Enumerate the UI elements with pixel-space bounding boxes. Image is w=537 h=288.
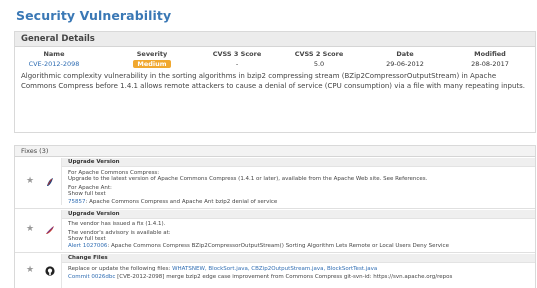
details-header-row: Name Severity CVSS 3 Score CVSS 2 Score … <box>15 50 535 60</box>
general-details-panel: General Details Name Severity CVSS 3 Sco… <box>14 31 536 133</box>
apache-feather-icon <box>47 178 53 186</box>
changed-files-links[interactable]: WHATSNEW, BlockSort.java, CBZip2OutputSt… <box>172 266 377 272</box>
fixes-header: Fixes (3) <box>15 146 535 157</box>
col-date-header: Date <box>396 50 414 58</box>
fix-title: Change Files <box>62 254 535 263</box>
fix-divider <box>15 252 535 253</box>
col-modified-header: Modified <box>474 50 506 58</box>
fix-item: ★ Upgrade Version The vendor has issued … <box>15 210 535 250</box>
reference-text: : Apache Commons Compress BZip2Compresso… <box>107 243 449 249</box>
fix-reference: Commit 0026dbc [CVE-2012-2098] merge bzi… <box>68 274 452 280</box>
cvss2-value: 5.0 <box>313 60 325 68</box>
col-cvss2-header: CVSS 2 Score <box>294 50 344 58</box>
fix-body: Upgrade Version The vendor has issued a … <box>61 210 535 250</box>
github-icon <box>45 266 55 276</box>
reference-text: : Apache Commons Compress and Apache Ant… <box>85 199 278 205</box>
star-icon[interactable]: ★ <box>26 176 34 186</box>
show-full-text-link[interactable]: Show full text <box>68 191 106 197</box>
fix-body: Upgrade Version For Apache Commons Compr… <box>61 158 535 205</box>
fix-line: Upgrade to the latest version of Apache … <box>68 176 428 182</box>
fix-divider <box>15 208 535 209</box>
fix-line-text: Replace or update the following files: <box>68 266 173 272</box>
fix-reference: Alert 1027006: Apache Commons Compress B… <box>68 243 449 249</box>
cve-id-link[interactable]: CVE-2012-2098 <box>19 60 89 68</box>
vulnerability-description: Algorithmic complexity vulnerability in … <box>21 72 525 90</box>
cvss3-value: - <box>235 60 239 68</box>
reference-text: [CVE-2012-2098] merge bzip2 edge case im… <box>115 274 453 280</box>
fix-line: The vendor has issued a fix (1.4.1). <box>68 221 166 227</box>
date-value: 29-06-2012 <box>386 60 424 68</box>
col-cvss3-header: CVSS 3 Score <box>212 50 262 58</box>
col-severity-header: Severity <box>136 50 168 58</box>
general-details-header: General Details <box>15 32 535 47</box>
fix-item: ★ Upgrade Version For Apache Commons Com… <box>15 158 535 205</box>
severity-badge: Medium <box>133 60 171 68</box>
col-name-header: Name <box>43 50 65 58</box>
fix-title: Upgrade Version <box>62 210 535 219</box>
reference-link[interactable]: 75857 <box>68 199 86 205</box>
star-icon[interactable]: ★ <box>26 224 34 234</box>
vendor-feather-icon <box>46 226 54 234</box>
star-icon[interactable]: ★ <box>26 265 34 275</box>
fix-line: Replace or update the following files: W… <box>68 266 377 272</box>
fix-body: Change Files Replace or update the follo… <box>61 254 535 288</box>
modified-value: 28-08-2017 <box>471 60 509 68</box>
fixes-panel: Fixes (3) ★ Upgrade Version For Apache C… <box>14 145 536 288</box>
fix-reference: 75857: Apache Commons Compress and Apach… <box>68 199 277 205</box>
fix-title: Upgrade Version <box>62 158 535 167</box>
severity-cell: Medium <box>123 60 181 68</box>
details-data-row: CVE-2012-2098 Medium - 5.0 29-06-2012 28… <box>15 60 535 70</box>
show-full-text-link[interactable]: Show full text <box>68 236 106 242</box>
reference-link[interactable]: Commit 0026dbc <box>68 274 115 280</box>
fix-item: ★ Change Files Replace or update the fol… <box>15 254 535 288</box>
reference-link[interactable]: Alert 1027006 <box>68 243 107 249</box>
page-title: Security Vulnerability <box>16 8 172 23</box>
